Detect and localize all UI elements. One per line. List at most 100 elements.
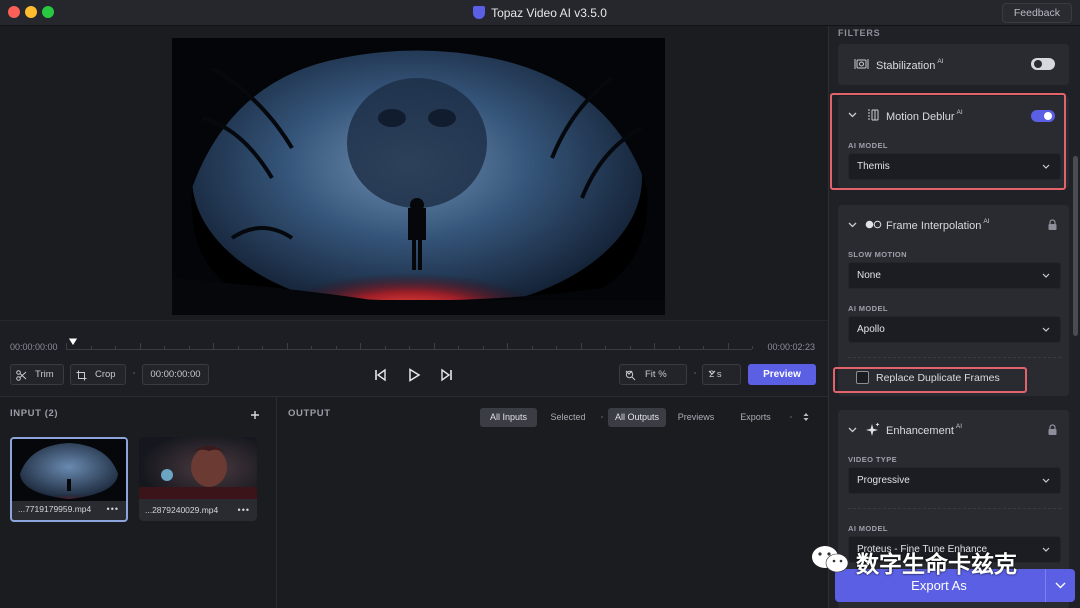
enhancement-model-label: AI MODEL [848, 524, 888, 533]
add-input-button[interactable] [250, 408, 260, 423]
timeline-tick [629, 346, 631, 349]
crop-icon [76, 370, 87, 381]
sort-icon[interactable] [803, 412, 809, 422]
timeline-start-time: 00:00:00:00 [10, 342, 58, 352]
separator-dot [133, 372, 135, 374]
filter-selected-tab[interactable]: Selected [540, 408, 596, 427]
timeline-tick [678, 346, 680, 349]
crop-label: Crop [95, 369, 116, 380]
timeline-tick [237, 346, 239, 349]
chevron-down-icon [1042, 478, 1050, 483]
previous-frame-icon[interactable] [371, 366, 389, 384]
view-all-outputs-tab[interactable]: All Outputs [608, 408, 666, 427]
filters-header: FILTERS [838, 28, 881, 38]
ai-badge: AI [937, 58, 944, 65]
timeline-ticks [66, 343, 753, 349]
ai-badge: AI [955, 423, 963, 430]
timeline-tick [335, 346, 337, 349]
separator-dot [601, 416, 603, 418]
scissors-icon [16, 370, 27, 381]
play-icon[interactable] [405, 366, 423, 384]
enhancement-label: Enhancement [886, 425, 954, 437]
video-frame-image [172, 38, 665, 315]
separator-dot [694, 372, 696, 374]
zoom-fit-label: Fit % [645, 369, 667, 380]
step-size-select[interactable]: 2 s [702, 364, 741, 385]
highlight-box [830, 93, 1066, 190]
wechat-logo-icon [812, 546, 849, 573]
timeline-tick [286, 343, 288, 349]
export-as-label: Export As [911, 578, 967, 593]
stabilization-icon [854, 59, 869, 69]
section-divider [848, 357, 1061, 358]
enhancement-title: Enhancement AI [886, 423, 962, 437]
chevron-down-icon[interactable] [848, 222, 857, 228]
timeline-track[interactable] [66, 349, 752, 350]
video-preview[interactable] [172, 38, 665, 315]
title-bar: Topaz Video AI v3.5.0 Feedback [0, 0, 1080, 26]
crop-button[interactable]: Crop [70, 364, 126, 385]
timeline-bar: 00:00:00:00 00:00:02:23 Trim Crop 00:00:… [0, 320, 828, 397]
slow-motion-value: None [857, 270, 881, 281]
timeline-tick [311, 346, 312, 349]
stabilization-card: Stabilization AI [838, 44, 1069, 85]
timeline-tick [262, 346, 263, 349]
output-panel: OUTPUT All Inputs Selected All Outputs P… [278, 397, 828, 608]
input-panel: INPUT (2) ...7719179959.mp4 ••• ...28792… [0, 397, 277, 608]
timeline-end-time: 00:00:02:23 [767, 342, 815, 352]
chevron-down-icon[interactable] [1055, 582, 1066, 589]
slow-motion-select[interactable]: None [848, 262, 1061, 289]
sparkle-icon [866, 422, 880, 436]
file-thumbnail [12, 439, 126, 501]
chevron-down-icon [1042, 273, 1050, 278]
more-options-icon[interactable]: ••• [238, 505, 250, 515]
frame-interpolation-model-select[interactable]: Apollo [848, 316, 1061, 343]
timeline-tick [531, 346, 533, 349]
timeline-tick [507, 343, 508, 349]
input-title: INPUT (2) [10, 408, 59, 419]
watermark-text: 数字生命卡兹克 [856, 552, 1017, 578]
timeline-tick [188, 346, 190, 349]
next-frame-icon[interactable] [438, 366, 456, 384]
timeline-tick [409, 346, 410, 349]
highlight-box [833, 367, 1027, 393]
current-timecode-field[interactable]: 00:00:00:00 [142, 364, 209, 385]
watermark: 数字生命卡兹克 [808, 542, 1068, 578]
view-previews-tab[interactable]: Previews [669, 408, 723, 427]
input-file-card[interactable]: ...2879240029.mp4 ••• [139, 437, 257, 521]
timeline-tick [556, 346, 557, 349]
stabilization-label: Stabilization [876, 60, 936, 72]
input-file-card[interactable]: ...7719179959.mp4 ••• [10, 437, 128, 522]
timeline-tick [605, 346, 606, 349]
zoom-fit-select[interactable]: Fit % [619, 364, 687, 385]
timeline-tick [703, 346, 704, 349]
feedback-button[interactable]: Feedback [1001, 3, 1072, 23]
view-exports-tab[interactable]: Exports [730, 408, 781, 427]
plus-icon [251, 411, 259, 419]
timeline-tick [654, 343, 655, 349]
output-title: OUTPUT [288, 408, 331, 419]
frame-interpolation-model-label: AI MODEL [848, 304, 888, 313]
preview-area [0, 26, 828, 320]
timeline-tick [727, 343, 729, 349]
video-type-select[interactable]: Progressive [848, 467, 1061, 494]
filter-all-inputs-tab[interactable]: All Inputs [480, 408, 537, 427]
topaz-logo-icon [473, 6, 486, 19]
slow-motion-label: SLOW MOTION [848, 250, 907, 259]
more-options-icon[interactable]: ••• [107, 504, 119, 514]
timeline-tick [384, 346, 386, 349]
playhead-handle[interactable] [67, 337, 79, 347]
timeline-tick [752, 346, 753, 349]
trim-button[interactable]: Trim [10, 364, 64, 385]
timeline-tick [213, 343, 214, 349]
timeline-tick [139, 343, 141, 349]
sidebar-scrollbar[interactable] [1073, 156, 1078, 336]
stabilization-toggle[interactable] [1031, 58, 1055, 70]
lock-icon [1048, 219, 1057, 230]
video-type-value: Progressive [857, 475, 910, 486]
timeline-tick [458, 346, 459, 349]
timeline-tick [90, 346, 92, 349]
chevron-down-icon[interactable] [848, 427, 857, 433]
chevron-down-icon [625, 370, 633, 375]
preview-button[interactable]: Preview [748, 364, 816, 385]
